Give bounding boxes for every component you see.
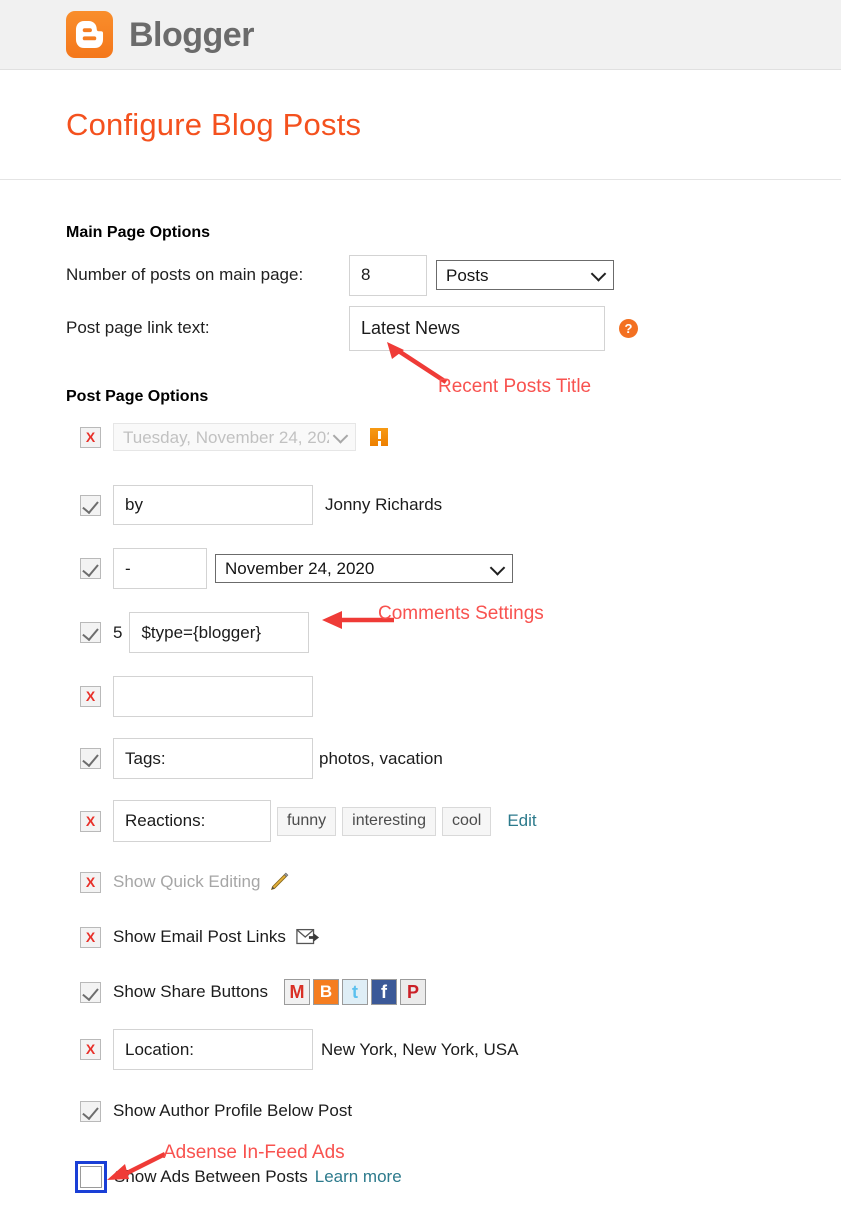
blogger-b-glyph [75, 20, 104, 49]
author-profile-label: Show Author Profile Below Post [113, 1101, 353, 1120]
timestamp-prefix-input[interactable] [113, 548, 207, 589]
row-quick-edit: Show Quick Editing [66, 867, 841, 897]
email-envelope-icon [296, 928, 319, 945]
quick-edit-label: Show Quick Editing [113, 872, 261, 891]
gmail-share-icon[interactable]: M [283, 979, 310, 1005]
row-timestamp: November 24, 2020 [66, 548, 841, 589]
share-icon-strip: M B t f P [283, 979, 429, 1005]
row-date-header: Tuesday, November 24, 2020 [66, 422, 841, 452]
checkbox-labels[interactable] [80, 748, 101, 769]
reaction-chip-interesting[interactable]: interesting [342, 806, 436, 836]
num-posts-row: Number of posts on main page: Posts [66, 252, 841, 298]
date-header-select[interactable]: Tuesday, November 24, 2020 [113, 423, 356, 451]
annotation-recent-posts-title: Recent Posts Title [438, 376, 592, 397]
pinterest-glyph: P [406, 981, 419, 1002]
row-reactions: funny interesting cool Edit [66, 800, 841, 842]
num-posts-input[interactable] [349, 254, 427, 296]
row-show-ads: Show Ads Between Posts Learn more [66, 1161, 841, 1193]
page-title: Configure Blog Posts [66, 106, 362, 142]
learn-more-link[interactable]: Learn more [315, 1167, 402, 1187]
annotation-comments-settings: Comments Settings [378, 603, 544, 624]
share-buttons-label: Show Share Buttons [113, 982, 268, 1001]
checkbox-author-profile[interactable] [80, 1100, 101, 1122]
timestamp-format-select[interactable]: November 24, 2020 [215, 554, 513, 583]
facebook-share-icon[interactable]: f [370, 979, 397, 1005]
timestamp-format-wrap: November 24, 2020 [215, 554, 513, 583]
post-page-link-row: Post page link text: ? [66, 298, 841, 358]
email-links-label: Show Email Post Links [113, 927, 286, 946]
author-prefix-input[interactable] [113, 485, 313, 525]
reaction-chip-funny[interactable]: funny [277, 806, 337, 836]
twitter-glyph: t [351, 981, 358, 1002]
checkbox-timestamp[interactable] [80, 558, 101, 579]
blogger-share-icon[interactable]: B [312, 979, 339, 1005]
num-posts-unit-select[interactable]: Posts [436, 260, 614, 290]
row-author: Jonny Richards [66, 485, 841, 525]
row-share-buttons: Show Share Buttons M B t f P [66, 977, 841, 1007]
row-author-profile: Show Author Profile Below Post [66, 1096, 841, 1126]
reactions-input[interactable] [113, 800, 271, 842]
warning-exclamation-icon[interactable] [370, 428, 388, 446]
row-labels: photos, vacation [66, 738, 841, 779]
num-posts-unit-wrap: Posts [436, 260, 614, 290]
reaction-chip-cool[interactable]: cool [441, 806, 492, 836]
checkbox-email-links[interactable] [80, 926, 101, 948]
checkbox-location[interactable] [80, 1039, 101, 1060]
pencil-icon [271, 872, 289, 891]
checkbox-share-buttons[interactable] [80, 981, 101, 1003]
labels-sample-value: photos, vacation [319, 748, 443, 768]
checkbox-backlinks[interactable] [80, 686, 101, 707]
reactions-edit-link[interactable]: Edit [507, 811, 536, 831]
labels-input[interactable] [113, 738, 313, 779]
author-sample-value: Jonny Richards [325, 495, 443, 514]
annotation-arrow-adsense [107, 1151, 167, 1180]
pinterest-share-icon[interactable]: P [399, 979, 426, 1005]
num-posts-label: Number of posts on main page: [66, 265, 304, 284]
row-email-links: Show Email Post Links [66, 922, 841, 952]
comments-count: 5 [113, 622, 123, 642]
annotation-adsense-in-feed-ads: Adsense In-Feed Ads [163, 1142, 345, 1163]
checkbox-show-ads[interactable] [75, 1161, 107, 1193]
checkbox-comments[interactable] [80, 622, 101, 643]
comments-type-input[interactable] [129, 612, 310, 653]
help-question-icon[interactable]: ? [619, 318, 638, 338]
checkbox-date-header[interactable] [80, 426, 101, 448]
location-input[interactable] [113, 1029, 313, 1070]
main-page-options-heading: Main Page Options [66, 224, 211, 241]
row-location: New York, New York, USA [66, 1029, 841, 1070]
page-title-bar: Configure Blog Posts [0, 70, 841, 180]
facebook-glyph: f [380, 981, 387, 1002]
blogger-glyph: B [319, 982, 333, 1001]
checkbox-quick-edit[interactable] [80, 871, 101, 893]
blogger-logo-icon[interactable] [66, 11, 113, 58]
twitter-share-icon[interactable]: t [341, 979, 368, 1005]
checkbox-reactions[interactable] [80, 810, 101, 832]
row-backlinks [66, 676, 841, 717]
location-sample-value: New York, New York, USA [321, 1039, 519, 1059]
app-header: Blogger [0, 0, 841, 70]
date-header-select-wrap: Tuesday, November 24, 2020 [113, 423, 356, 451]
brand-name: Blogger [129, 15, 254, 54]
checkbox-author[interactable] [80, 494, 101, 516]
gmail-glyph: M [289, 981, 305, 1002]
backlinks-input[interactable] [113, 676, 313, 717]
post-page-link-label: Post page link text: [66, 318, 210, 337]
